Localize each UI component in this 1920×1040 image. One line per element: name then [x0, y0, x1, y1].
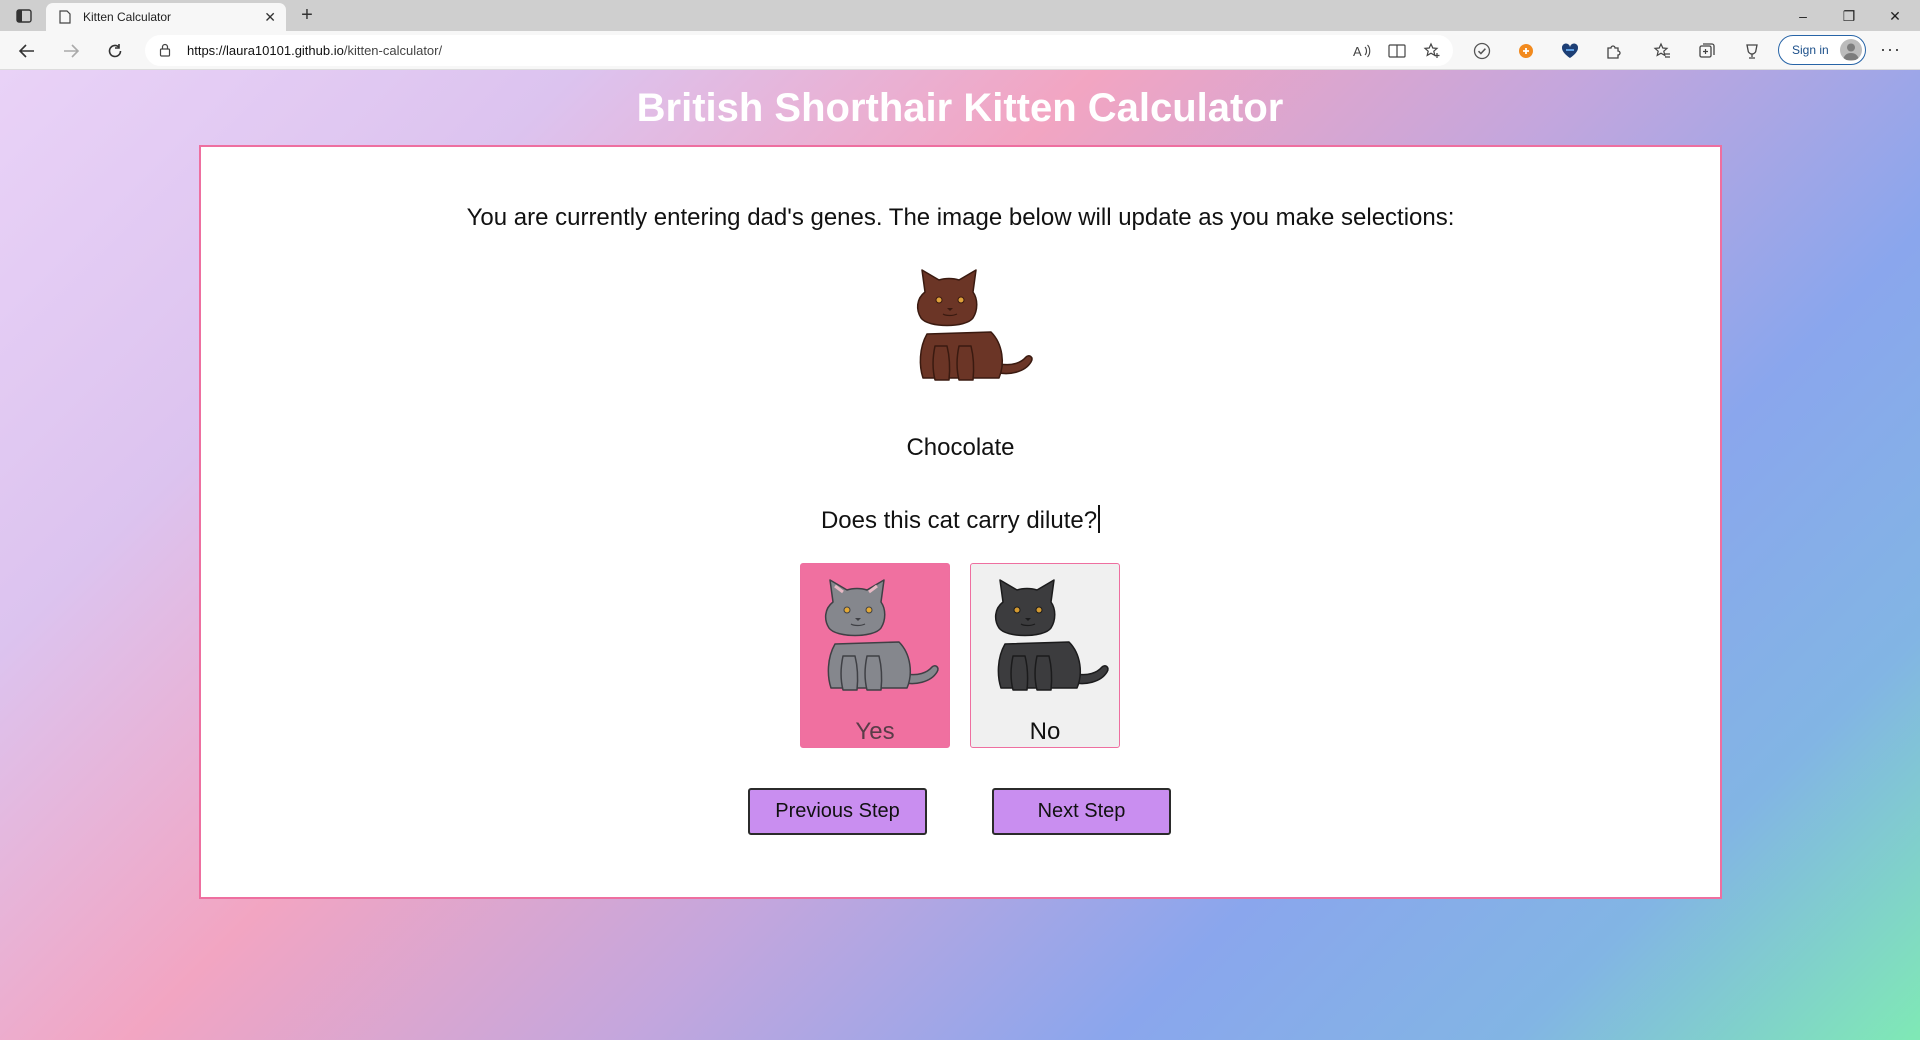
- dilute-yes-label: Yes: [855, 718, 895, 745]
- tab-close-icon[interactable]: ✕: [264, 9, 276, 25]
- new-tab-icon[interactable]: +: [295, 4, 319, 28]
- text-caret: [1098, 505, 1101, 533]
- dilute-no-option[interactable]: No: [970, 563, 1120, 748]
- instruction-text: You are currently entering dad's genes. …: [466, 204, 1455, 231]
- address-bar[interactable]: https://laura10101.github.io/kitten-calc…: [145, 35, 1453, 66]
- browser-toolbar: https://laura10101.github.io/kitten-calc…: [0, 31, 1920, 70]
- dilute-no-label: No: [1029, 718, 1061, 745]
- read-aloud-icon[interactable]: A: [1352, 41, 1372, 61]
- forward-icon[interactable]: [58, 38, 84, 64]
- immersive-reader-icon[interactable]: [1387, 41, 1407, 61]
- extension-orange-icon[interactable]: [1514, 39, 1538, 63]
- next-step-button[interactable]: Next Step: [992, 788, 1171, 835]
- black-cat-image: [994, 579, 1109, 691]
- window-close-icon[interactable]: ✕: [1872, 5, 1918, 27]
- extensions-puzzle-icon[interactable]: [1602, 39, 1626, 63]
- page-icon: [59, 10, 71, 29]
- page-viewport: British Shorthair Kitten Calculator You …: [0, 70, 1920, 1040]
- browser-essentials-icon[interactable]: [1740, 39, 1764, 63]
- tab-title: Kitten Calculator: [83, 10, 172, 24]
- favorites-icon[interactable]: [1650, 39, 1674, 63]
- extension-check-icon[interactable]: [1470, 39, 1494, 63]
- add-favorite-icon[interactable]: [1422, 41, 1442, 61]
- refresh-icon[interactable]: [102, 38, 128, 64]
- sign-in-button[interactable]: Sign in: [1778, 35, 1866, 65]
- cat-color-name: Chocolate: [906, 434, 1015, 461]
- url-text: https://laura10101.github.io/kitten-calc…: [187, 43, 443, 58]
- blue-cat-image: [824, 579, 939, 691]
- restore-icon[interactable]: ❐: [1826, 5, 1872, 27]
- lock-icon[interactable]: [159, 43, 171, 62]
- tab-actions-icon[interactable]: [12, 6, 36, 26]
- back-icon[interactable]: [14, 38, 40, 64]
- svg-text:A: A: [1353, 44, 1362, 58]
- dilute-yes-option[interactable]: Yes: [800, 563, 950, 748]
- chocolate-cat-image: [916, 269, 1033, 381]
- previous-step-button[interactable]: Previous Step: [748, 788, 927, 835]
- tab-bar: Kitten Calculator ✕ + – ❐ ✕: [0, 0, 1920, 31]
- collections-icon[interactable]: [1695, 39, 1719, 63]
- avatar: [1840, 39, 1862, 61]
- dilute-question: Does this cat carry dilute?: [201, 505, 1720, 535]
- minimize-icon[interactable]: –: [1780, 5, 1826, 27]
- page-title: British Shorthair Kitten Calculator: [636, 86, 1284, 130]
- extension-heart-icon[interactable]: [1558, 39, 1582, 63]
- browser-tab[interactable]: Kitten Calculator ✕: [46, 3, 286, 31]
- calculator-card: You are currently entering dad's genes. …: [199, 145, 1722, 899]
- more-menu-icon[interactable]: ···: [1880, 39, 1901, 60]
